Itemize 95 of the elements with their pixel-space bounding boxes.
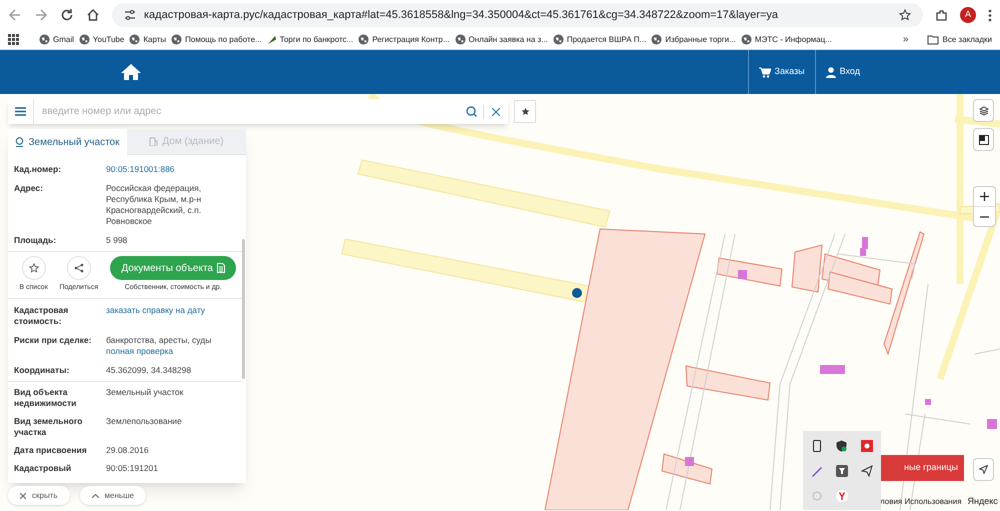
layers-button[interactable] [973,99,994,122]
search-icon[interactable] [466,106,477,117]
apps-grid-icon[interactable] [8,34,19,45]
home-icon[interactable] [86,8,100,22]
extensions-icon[interactable] [935,8,948,22]
map-view-button[interactable] [973,128,994,151]
url-text: кадастровая-карта.рус/кадастровая_карта#lat=45.3618558&lng=34.350004&ct=45.361761&cg=34.348722&zoom=17&layer=ya [144,8,779,23]
shield-icon[interactable] [836,440,848,452]
map-brand: Яндекс [968,495,998,508]
chevron-up-icon [92,494,99,498]
field-value: 90:05:191201 [106,462,159,474]
bookmark[interactable]: Продается ВШРА П... [566,34,646,46]
location-marker[interactable] [572,288,582,298]
bookmark[interactable]: YouTube [92,34,124,46]
favorites-button[interactable] [514,100,536,123]
funnel-icon[interactable] [836,464,848,476]
locate-button[interactable] [973,458,994,481]
globe-icon [39,34,50,45]
square-icon [978,134,988,144]
boundaries-button[interactable]: ные границы [880,455,964,481]
field-label: Кадастровый [14,462,72,474]
field-label: Вид земельного участка [14,416,84,438]
field-label: Площадь: [14,235,58,246]
value-link[interactable]: 90:05:191001:886 [106,164,236,175]
value-link[interactable]: заказать справку на дату [106,304,236,316]
location-icon [15,137,24,147]
address-bar[interactable]: кадастровая-карта.рус/кадастровая_карта#lat=45.3618558&lng=34.350004&ct=45.361761&cg=34.348722&zoom=17&layer=ya [112,3,923,27]
bookmark[interactable]: Помощь по работе... [185,34,262,46]
record-icon[interactable] [860,440,873,452]
field-label: Риски при сделке: [14,334,92,347]
site-settings-icon[interactable] [124,9,136,21]
all-bookmarks[interactable]: Все закладки [942,34,992,46]
field-label: Кадастровая стоимость: [14,304,70,326]
cart-icon [758,66,771,78]
field-label: Кад.номер: [14,164,62,175]
layers-icon [978,106,988,116]
close-icon [20,492,26,498]
field-value: Российская федерация, Республика Крым, м.р-н Красногвардейский, с.п. Ровновское [106,183,202,227]
field-label: Адрес: [14,183,44,195]
globe-icon [171,34,182,45]
globe-icon [454,34,466,45]
share-icon [74,263,84,273]
panel-tab[interactable]: Земельный участок [8,129,127,155]
building-icon [149,137,158,146]
globe-icon [740,34,752,45]
star-icon[interactable] [899,9,911,21]
menu-icon[interactable] [988,8,992,22]
home-icon[interactable] [120,63,142,81]
close-panel-button[interactable]: скрыть [8,486,70,505]
plus-icon [980,192,989,201]
bookmark[interactable]: Избранные торги... [665,34,736,46]
bookmark[interactable]: Онлайн заявка на з... [468,34,548,46]
field-label: Координаты: [14,364,70,376]
value-link[interactable]: полная проверка [106,346,236,356]
terms-link[interactable]: ловия Использования [880,496,962,508]
star-button[interactable] [22,256,46,280]
share-button[interactable] [66,256,91,280]
bookmark[interactable]: Регистрация Контр... [372,34,450,46]
bookmark[interactable]: Торги по банкротс... [280,34,354,46]
user-icon [826,66,836,78]
star-icon [520,107,530,116]
globe-icon [651,34,662,45]
clear-icon[interactable] [492,108,500,116]
field-value: Землепользование [106,416,183,426]
bookmark[interactable]: Карты [143,34,166,46]
bookmark[interactable]: Gmail [53,34,74,46]
field-label: Дата присвоения [14,444,88,456]
bookmark[interactable]: МЭТС - Информац... [754,34,832,46]
reload-icon[interactable] [60,8,74,22]
folder-icon [926,34,939,44]
pen-icon[interactable] [811,464,824,476]
field-label: Вид объекта недвижимости [14,386,78,408]
globe-icon [129,34,140,45]
phone-icon[interactable] [813,440,822,452]
field-value: банкротства, аресты, суды [106,334,212,346]
forward-icon[interactable] [34,8,48,22]
more-bookmarks[interactable]: » [902,32,909,47]
y-logo-icon[interactable] [836,490,848,502]
scrollbar[interactable] [242,239,245,379]
document-icon [217,263,225,273]
globe-icon [78,34,90,45]
globe-icon [552,34,564,45]
field-value: 29.08.2016 [106,444,150,456]
globe-icon [358,34,370,45]
menu-icon [15,107,26,116]
back-icon[interactable] [8,8,22,22]
send-icon[interactable] [860,464,873,476]
field-value: 5 998 [106,235,128,246]
profile-avatar[interactable]: A [960,7,976,23]
up-panel-button[interactable]: меньше [80,486,146,505]
field-value: Земельный участок [106,386,184,398]
minus-icon [980,216,989,218]
star-icon [28,263,39,273]
location-arrow-icon [979,465,988,474]
field-value: 45.362099, 34.348298 [106,364,192,376]
